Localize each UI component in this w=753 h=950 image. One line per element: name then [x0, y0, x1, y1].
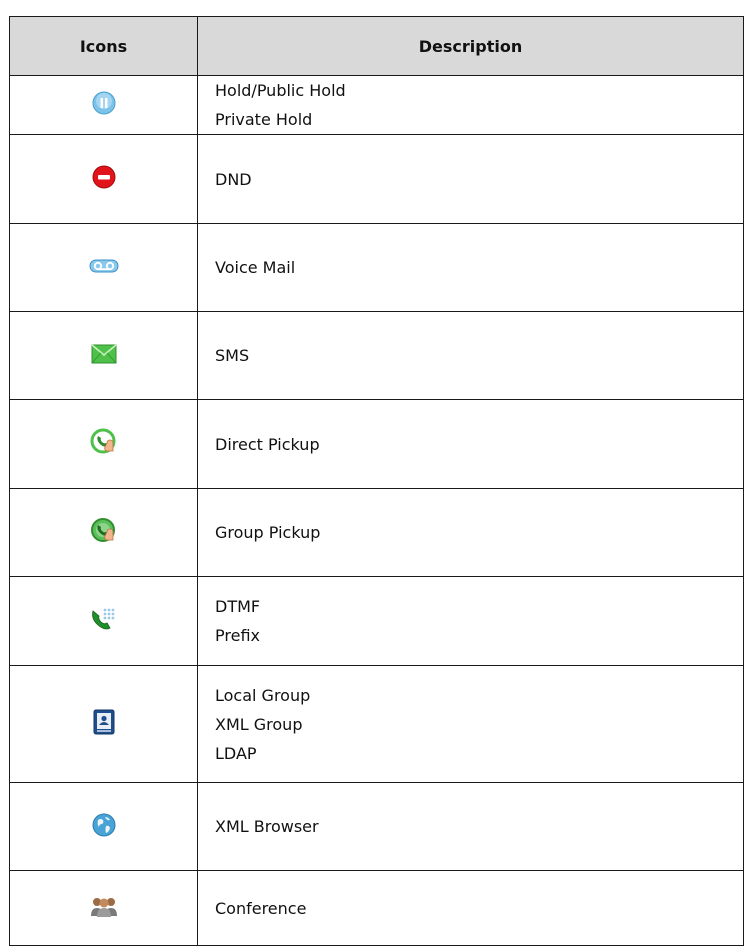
description-line: Hold/Public Hold: [215, 81, 346, 100]
icon-cell: [9, 311, 198, 400]
description-line: XML Browser: [215, 817, 319, 836]
direct-pickup-icon: [90, 428, 118, 460]
dtmf-icon: [90, 606, 118, 636]
icon-cell: [9, 870, 198, 946]
description-line: Voice Mail: [215, 258, 296, 277]
sms-icon: [90, 343, 117, 368]
table-row: Group Pickup: [9, 488, 744, 577]
description-cell: SMS: [197, 311, 744, 400]
table-row: Direct Pickup: [9, 399, 744, 489]
description-cell: Direct Pickup: [197, 399, 744, 489]
description-cell: Hold/Public Hold Private Hold: [197, 75, 744, 135]
icon-cell: [9, 488, 198, 577]
description-line: SMS: [215, 346, 250, 365]
table-row: DND: [9, 134, 744, 224]
table-header-row: Icons Description: [9, 16, 744, 76]
description-line: DTMF: [215, 597, 261, 616]
hold-icon: [92, 91, 116, 119]
description-line: LDAP: [215, 743, 257, 763]
icon-cell: [9, 399, 198, 489]
icon-cell: [9, 75, 198, 135]
dnd-icon: [92, 165, 116, 193]
description-cell: XML Browser: [197, 782, 744, 871]
icon-cell: [9, 134, 198, 224]
table-row: Hold/Public Hold Private Hold: [9, 75, 744, 135]
xml-browser-icon: [91, 812, 117, 842]
description-line: Direct Pickup: [215, 434, 320, 454]
description-line: Group Pickup: [215, 523, 321, 542]
header-description: Description: [197, 16, 744, 76]
description-cell: Voice Mail: [197, 223, 744, 312]
icons-table: Icons Description Hold/Public Hold Priva…: [9, 16, 744, 946]
table-row: Local Group XML Group LDAP: [9, 665, 744, 783]
description-cell: Group Pickup: [197, 488, 744, 577]
description-cell: Conference: [197, 870, 744, 946]
table-row: DTMF Prefix: [9, 576, 744, 666]
description-line: XML Group: [215, 714, 303, 734]
description-cell: DTMF Prefix: [197, 576, 744, 666]
description-line: Prefix: [215, 626, 260, 645]
description-line: Conference: [215, 898, 307, 918]
description-line: DND: [215, 169, 252, 189]
icon-cell: [9, 223, 198, 312]
table-row: SMS: [9, 311, 744, 400]
description-line: Local Group: [215, 685, 311, 705]
icon-cell: [9, 576, 198, 666]
voicemail-icon: [89, 258, 119, 278]
icon-cell: [9, 665, 198, 783]
table-row: Conference: [9, 870, 744, 946]
directory-icon: [92, 709, 116, 739]
group-pickup-icon: [90, 517, 118, 549]
conference-icon: [89, 894, 119, 922]
header-icons: Icons: [9, 16, 198, 76]
table-row: Voice Mail: [9, 223, 744, 312]
table-row: XML Browser: [9, 782, 744, 871]
icon-cell: [9, 782, 198, 871]
description-cell: DND: [197, 134, 744, 224]
description-line: Private Hold: [215, 110, 313, 129]
description-cell: Local Group XML Group LDAP: [197, 665, 744, 783]
